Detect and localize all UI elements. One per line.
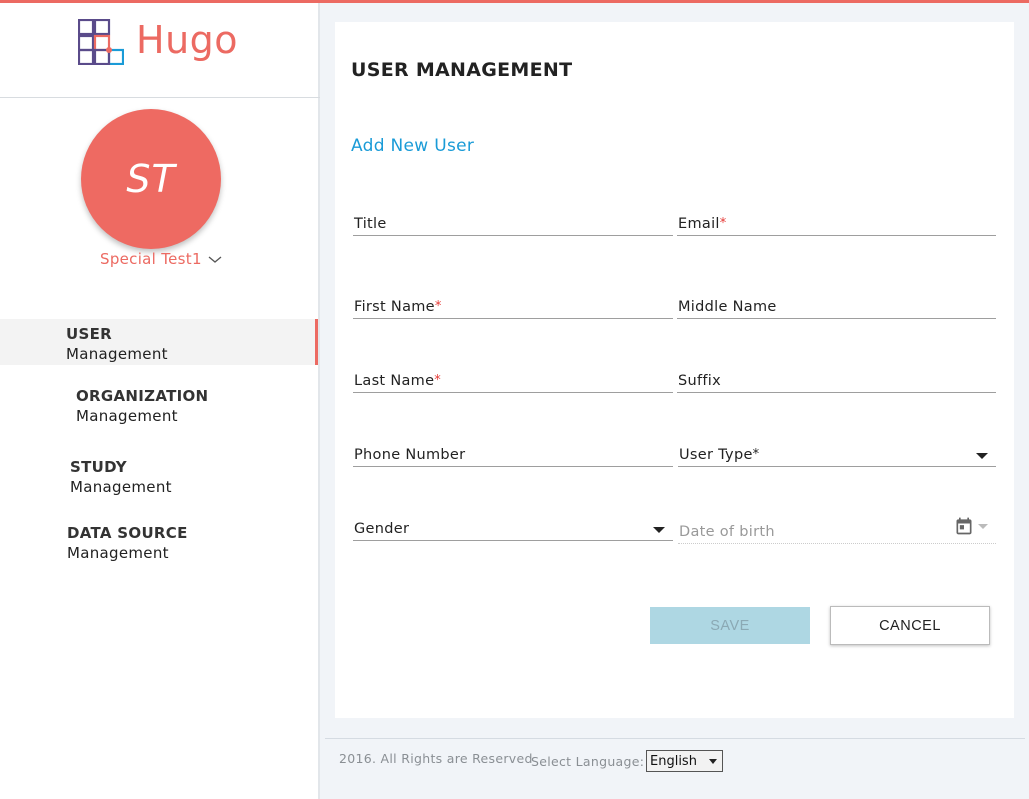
- footer-divider: [325, 738, 1025, 739]
- nav-item-subtitle: Management: [67, 544, 169, 562]
- suffix-field[interactable]: Suffix: [677, 369, 996, 393]
- add-new-user-link[interactable]: Add New User: [351, 136, 474, 156]
- nav-item-title: DATA SOURCE: [67, 524, 188, 542]
- avatar[interactable]: ST: [81, 109, 221, 249]
- date-of-birth-field[interactable]: Date of birth: [678, 517, 996, 544]
- caret-down-icon: [976, 453, 988, 459]
- sidebar: Hugo ST Special Test1 USER Management OR…: [0, 3, 320, 799]
- language-label: Select Language:: [531, 754, 645, 769]
- nav-item-subtitle: Management: [70, 478, 172, 496]
- page-title: USER MANAGEMENT: [351, 59, 573, 81]
- required-marker: *: [434, 373, 442, 388]
- cancel-button[interactable]: CANCEL: [830, 606, 990, 645]
- user-menu[interactable]: Special Test1: [100, 250, 222, 268]
- save-button[interactable]: SAVE: [650, 607, 810, 644]
- nav-item-subtitle: Management: [66, 345, 168, 363]
- caret-down-icon: [653, 527, 665, 533]
- nav-item-title: USER: [66, 325, 112, 343]
- required-marker: *: [719, 216, 727, 231]
- avatar-initials: ST: [126, 157, 176, 201]
- user-type-select[interactable]: User Type*: [678, 443, 996, 467]
- last-name-field[interactable]: Last Name*: [353, 369, 673, 393]
- main-card: USER MANAGEMENT Add New User Title Email…: [335, 22, 1014, 718]
- nav-item-title: ORGANIZATION: [76, 387, 209, 405]
- gender-select[interactable]: Gender: [353, 517, 673, 541]
- email-field[interactable]: Email*: [677, 212, 996, 236]
- nav-item-title: STUDY: [70, 458, 127, 476]
- field-label: Phone Number: [354, 447, 466, 463]
- required-marker: *: [752, 447, 760, 462]
- field-label: Last Name*: [354, 373, 442, 389]
- language-value: English: [650, 753, 697, 769]
- divider: [0, 97, 320, 98]
- language-select[interactable]: English: [646, 750, 723, 772]
- chevron-down-icon: [208, 256, 222, 263]
- logo-text: Hugo: [136, 18, 239, 62]
- hugo-logo-icon: [78, 19, 124, 65]
- calendar-icon[interactable]: [954, 516, 974, 536]
- required-marker: *: [434, 299, 442, 314]
- nav-item-study-management[interactable]: STUDY Management: [0, 458, 318, 504]
- caret-down-icon: [709, 759, 717, 764]
- field-label: First Name*: [354, 299, 442, 315]
- title-field[interactable]: Title: [353, 212, 673, 236]
- nav-item-data-source-management[interactable]: DATA SOURCE Management: [0, 524, 318, 570]
- first-name-field[interactable]: First Name*: [353, 295, 673, 319]
- field-label: Title: [354, 216, 387, 232]
- middle-name-field[interactable]: Middle Name: [677, 295, 996, 319]
- field-label: Middle Name: [678, 299, 777, 315]
- field-label: Suffix: [678, 373, 722, 389]
- copyright-text: 2016. All Rights are Reserved: [339, 751, 533, 766]
- nav-item-organization-management[interactable]: ORGANIZATION Management: [0, 387, 318, 433]
- user-name-label: Special Test1: [100, 250, 202, 268]
- nav-item-user-management[interactable]: USER Management: [0, 319, 318, 365]
- logo[interactable]: Hugo: [78, 19, 238, 85]
- field-label: User Type*: [679, 447, 760, 463]
- date-of-birth-placeholder: Date of birth: [679, 524, 775, 540]
- field-label: Gender: [354, 521, 410, 537]
- nav-item-subtitle: Management: [76, 407, 178, 425]
- caret-down-icon: [978, 524, 988, 529]
- phone-number-field[interactable]: Phone Number: [353, 443, 673, 467]
- field-label: Email*: [678, 216, 727, 232]
